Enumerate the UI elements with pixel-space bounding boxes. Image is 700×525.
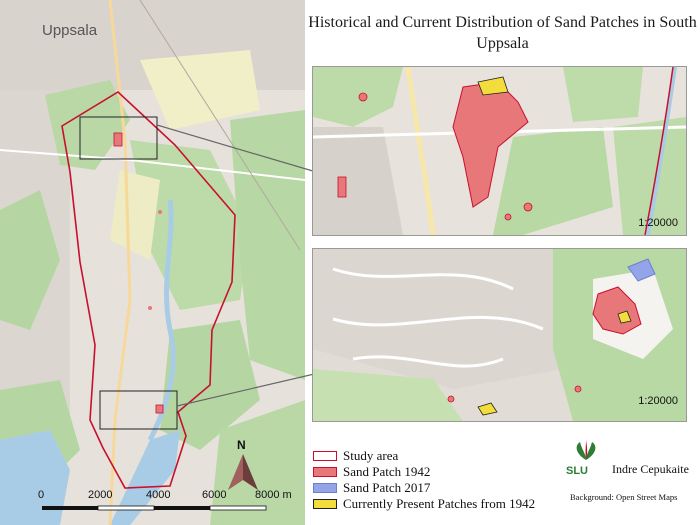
map-title: Historical and Current Distribution of S…	[308, 14, 697, 52]
slu-logo-text: SLU	[566, 465, 588, 477]
legend-label: Sand Patch 2017	[343, 480, 431, 495]
inset-map-north-graphic	[313, 67, 686, 235]
slu-logo: SLU	[566, 440, 606, 477]
legend-swatch	[313, 467, 337, 477]
background-credit: Background: Open Street Maps	[570, 492, 678, 502]
legend-swatch	[313, 499, 337, 509]
legend-item-study-area: Study area	[313, 448, 535, 464]
inset-scale: 1:20000	[638, 217, 678, 229]
inset-map-north[interactable]: 1:20000	[312, 66, 687, 236]
legend-item-sand-2017: Sand Patch 2017	[313, 480, 535, 496]
legend-item-sand-1942: Sand Patch 1942	[313, 464, 535, 480]
legend-swatch	[313, 451, 337, 461]
slu-leaf-icon	[576, 440, 596, 460]
inset-scale: 1:20000	[638, 395, 678, 407]
legend: Study area Sand Patch 1942 Sand Patch 20…	[313, 448, 535, 512]
inset-map-south[interactable]: 1:20000	[312, 248, 687, 422]
legend-label: Sand Patch 1942	[343, 464, 431, 479]
inset-map-south-graphic	[313, 249, 686, 421]
legend-label: Currently Present Patches from 1942	[343, 496, 536, 511]
legend-item-current-1942: Currently Present Patches from 1942	[313, 496, 535, 512]
author-name: Indre Cepukaite	[612, 462, 689, 476]
legend-label: Study area	[343, 448, 399, 463]
legend-swatch	[313, 483, 337, 493]
